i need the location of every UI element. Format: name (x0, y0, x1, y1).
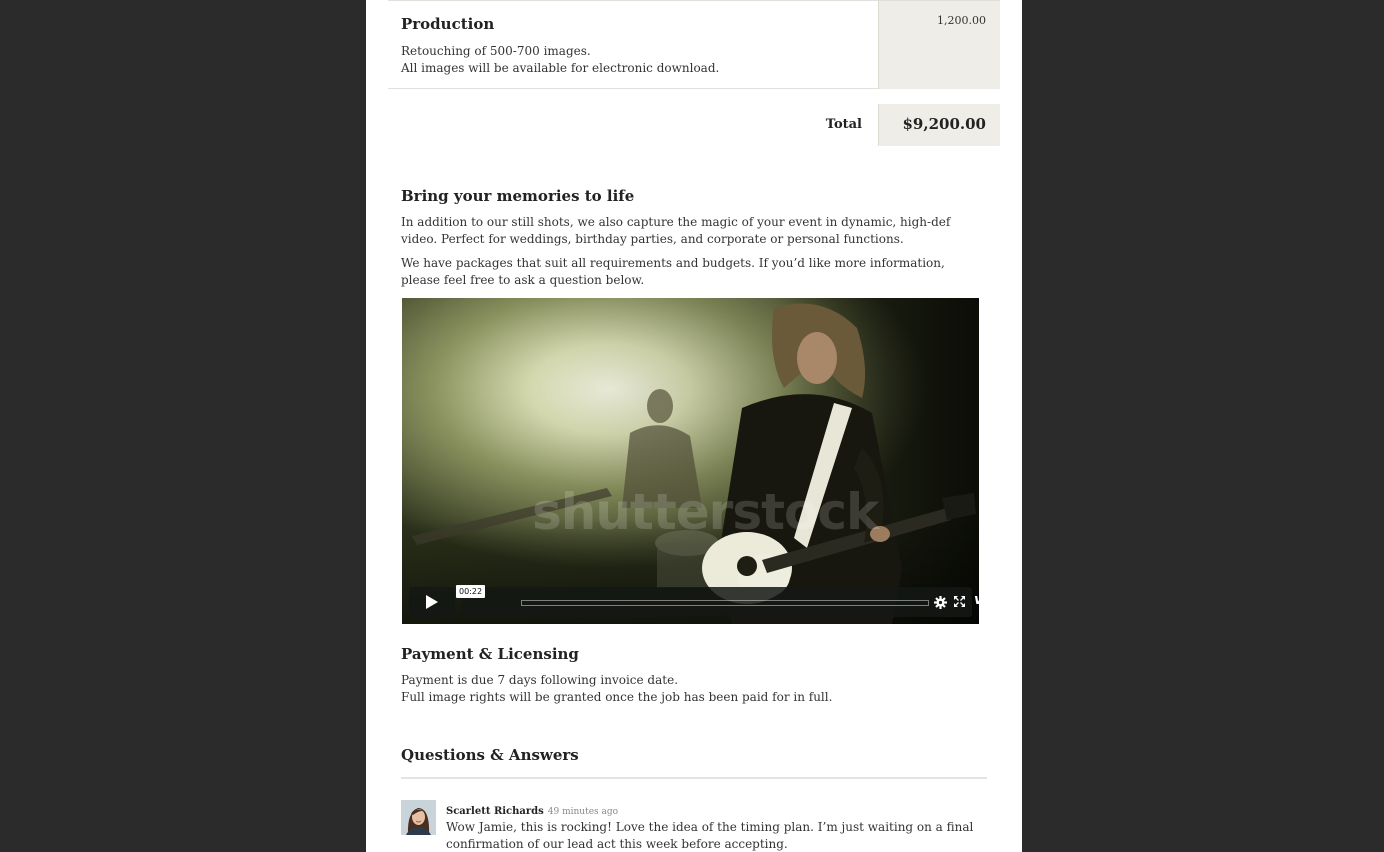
total-cell: $9,200.00 (878, 104, 1000, 146)
payment-line: Full image rights will be granted once t… (401, 690, 833, 704)
comment-text: Wow Jamie, this is rocking! Love the ide… (446, 820, 974, 851)
line-item-line: All images will be available for electro… (401, 61, 720, 75)
line-item-description: Production Retouching of 500-700 images.… (401, 15, 871, 77)
line-item-amount: 1,200.00 (937, 14, 986, 27)
video-control-bar: vimeo (461, 587, 979, 617)
video-progress-track[interactable] (521, 600, 929, 606)
avatar (401, 800, 436, 835)
payment-section: Payment & Licensing Payment is due 7 day… (401, 645, 986, 706)
total-label: Total (825, 117, 862, 132)
video-section: Bring your memories to life In addition … (401, 187, 986, 296)
qa-section: Questions & Answers (401, 746, 986, 773)
video-controls: vimeo 00:22 (409, 585, 979, 617)
total-value: $9,200.00 (902, 115, 986, 133)
qa-heading: Questions & Answers (401, 746, 579, 764)
video-timecode: 00:22 (456, 585, 486, 598)
video-section-heading: Bring your memories to life (401, 187, 635, 205)
payment-line: Payment is due 7 days following invoice … (401, 673, 679, 687)
video-section-paragraph: In addition to our still shots, we also … (401, 215, 951, 246)
line-item-line: Retouching of 500-700 images. (401, 44, 591, 58)
video-watermark: shutterstock (532, 483, 879, 541)
document-page: Production Retouching of 500-700 images.… (366, 0, 1022, 852)
fullscreen-icon[interactable] (954, 596, 965, 607)
play-icon (426, 595, 438, 609)
play-button[interactable] (409, 587, 455, 617)
total-row: Total $9,200.00 (388, 104, 1000, 146)
line-item-amount-cell: 1,200.00 (878, 1, 1000, 89)
qa-divider (401, 777, 987, 779)
line-item-title: Production (401, 15, 495, 33)
settings-gear-icon[interactable] (934, 596, 947, 609)
avatar-image (401, 800, 436, 835)
vimeo-logo[interactable]: vimeo (974, 592, 979, 608)
comment-time: 49 minutes ago (547, 807, 619, 817)
comment-author[interactable]: Scarlett Richards (446, 806, 544, 817)
comment-body: Scarlett Richards 49 minutes ago Wow Jami… (446, 799, 991, 852)
video-frame (402, 298, 979, 624)
payment-heading: Payment & Licensing (401, 645, 579, 663)
line-item-row: Production Retouching of 500-700 images.… (388, 0, 1000, 89)
video-player[interactable]: shutterstock 00:22 (402, 298, 979, 624)
video-section-paragraph: We have packages that suit all requireme… (401, 256, 945, 287)
